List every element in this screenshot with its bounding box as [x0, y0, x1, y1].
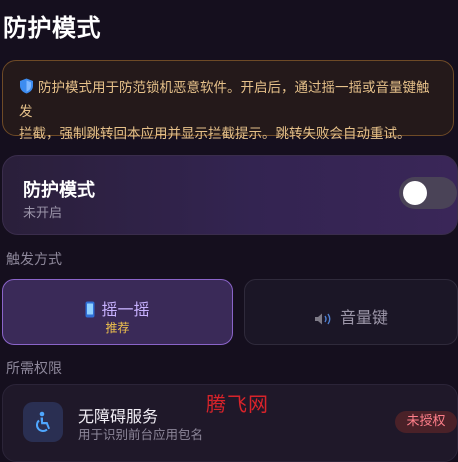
trigger-option-volume[interactable]: 音量键	[244, 279, 458, 345]
trigger-option-shake-label: 摇一摇	[101, 300, 150, 319]
trigger-section-label: 触发方式	[6, 252, 62, 268]
protection-mode-card: 防护模式 未开启	[2, 155, 458, 235]
recommended-tag: 推荐	[105, 321, 130, 335]
notice-banner: 防护模式用于防范锁机恶意软件。开启后，通过摇一摇或音量键触发 拦截，强制跳转回本…	[2, 60, 454, 142]
protection-mode-toggle[interactable]	[399, 177, 457, 209]
trigger-option-shake[interactable]: 摇一摇 推荐	[2, 279, 233, 345]
permission-description: 用于识别前台应用包名	[78, 427, 204, 442]
speaker-icon	[314, 311, 334, 330]
toggle-knob	[403, 181, 427, 205]
page-title: 防护模式	[3, 14, 101, 42]
watermark: 腾飞网	[206, 392, 269, 416]
protection-mode-title: 防护模式	[23, 180, 95, 201]
notice-line-1: 防护模式用于防范锁机恶意软件。开启后，通过摇一摇或音量键触发	[19, 80, 430, 120]
permissions-section-label: 所需权限	[6, 361, 62, 377]
accessibility-icon	[23, 402, 63, 442]
unauthorized-badge: 未授权	[395, 411, 457, 433]
protection-mode-status: 未开启	[23, 206, 63, 221]
shield-icon	[19, 78, 34, 101]
trigger-option-volume-label: 音量键	[339, 308, 388, 327]
notice-line-2: 拦截，强制跳转回本应用并显示拦截提示。跳转失败会自动重试。	[19, 126, 411, 142]
